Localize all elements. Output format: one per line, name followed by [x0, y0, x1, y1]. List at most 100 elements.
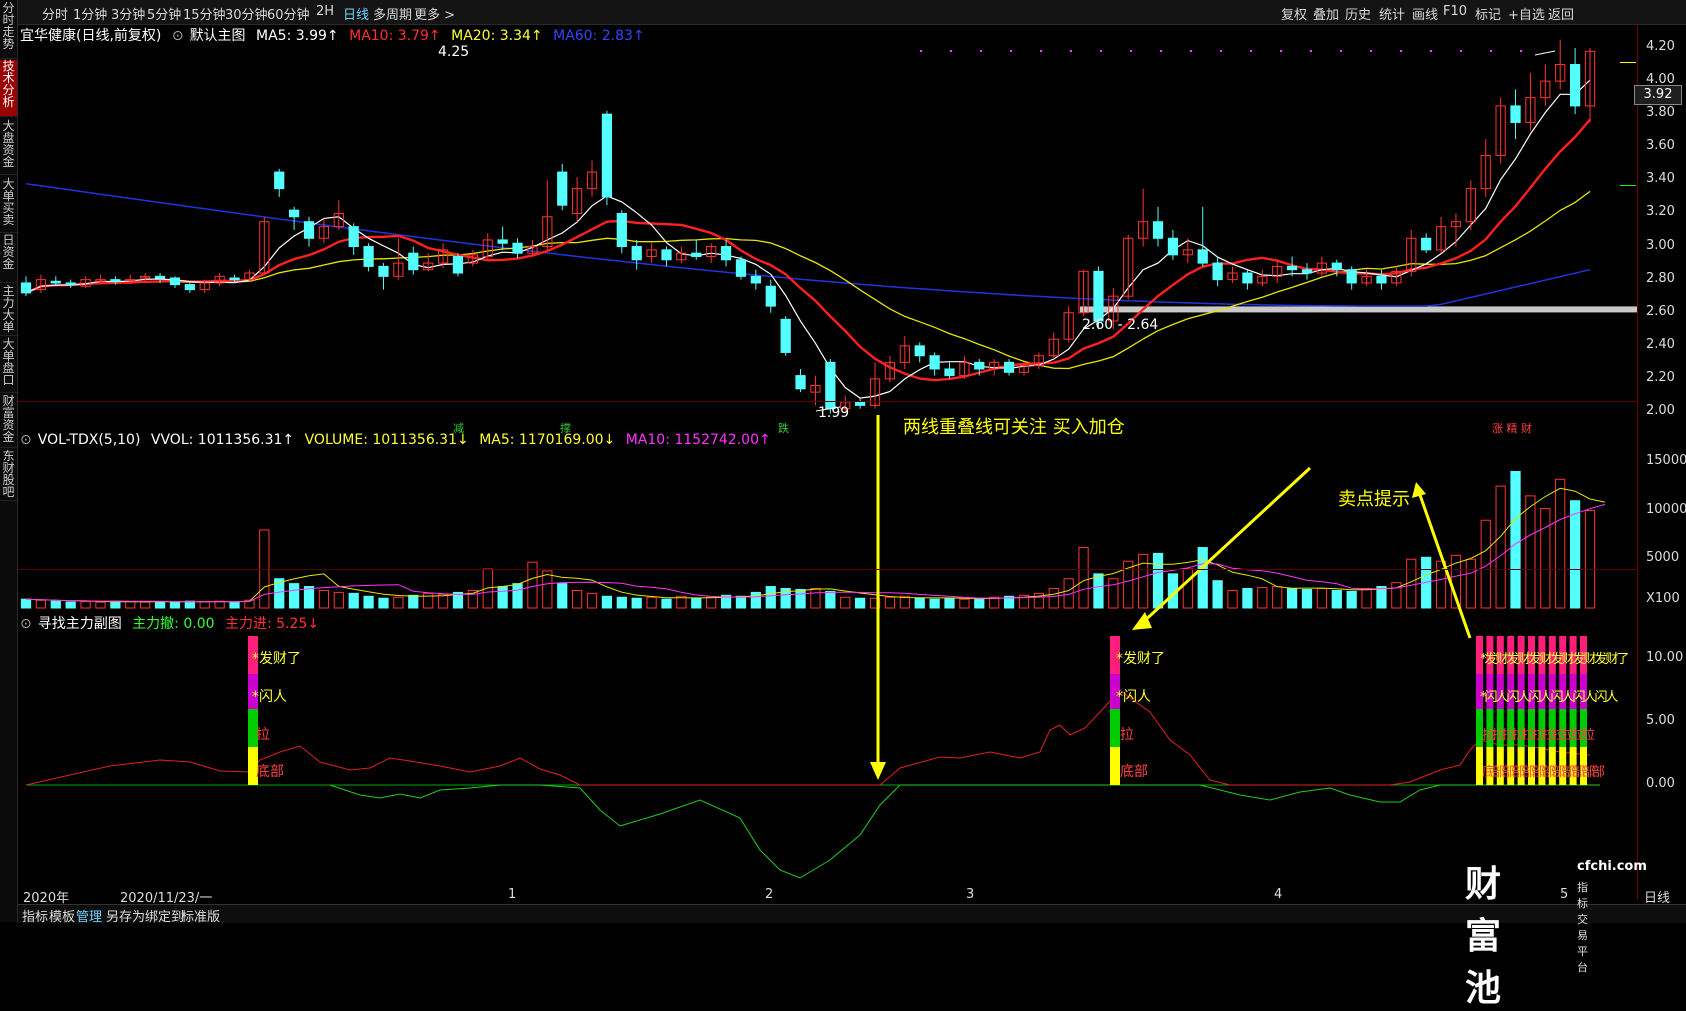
volume-bar	[840, 596, 851, 609]
top-dot-marker	[980, 50, 982, 52]
volume-bar	[199, 601, 210, 609]
vol-tick-0: 15000	[1646, 452, 1686, 468]
template-icon[interactable]: ⊙	[172, 28, 184, 44]
stock-name[interactable]: 宜华健康(日线,前复权)	[20, 28, 161, 44]
volume-bar	[288, 583, 300, 609]
volume-bar	[899, 595, 910, 609]
event-tag-fall[interactable]: 跌	[778, 420, 789, 436]
price-tick-2: 3.80	[1646, 105, 1675, 121]
candle-body	[169, 277, 181, 286]
volume-bar	[825, 590, 836, 609]
bottom-btn-3[interactable]: 另存为	[106, 906, 145, 925]
signal-pull-3: 拉拉拉拉拉拉拉拉拉拉拉	[1482, 728, 1595, 743]
price-tick-6: 3.00	[1646, 237, 1675, 253]
current-price-badge: 3.92	[1634, 85, 1682, 105]
vol-tick-3: X100	[1646, 591, 1680, 606]
volume-bar	[378, 597, 389, 609]
vol-indicator-name[interactable]: VOL-TDX(5,10)	[38, 432, 141, 448]
bottom-btn-0[interactable]: 指标	[22, 906, 48, 925]
volume-bar	[1301, 588, 1313, 609]
price-tick-8: 2.60	[1646, 303, 1675, 319]
volume-bar	[1108, 578, 1119, 609]
event-tag-support[interactable]: 撑	[560, 420, 571, 436]
volume-bar	[1540, 508, 1551, 609]
volume-bar	[1227, 589, 1238, 609]
volume-bar	[929, 598, 940, 609]
arrow-sell-line	[1138, 466, 1312, 627]
volume-bar	[437, 593, 449, 609]
volume-bar	[1346, 590, 1357, 609]
candle-body	[1569, 64, 1581, 107]
volume-bar	[765, 586, 776, 609]
axis-marker-green	[1620, 185, 1636, 186]
volume-bar	[169, 601, 181, 609]
candle-body	[1093, 270, 1104, 322]
candle-body	[497, 239, 508, 244]
volume-bar	[914, 597, 925, 609]
x-tick-5: 4	[1274, 887, 1283, 902]
volume-bar	[95, 601, 106, 609]
two-lines-annotation: 两线重叠线可关注 买入加仓	[903, 417, 1125, 438]
signal-rich-1: *发财了	[252, 651, 301, 667]
bottom-btn-1[interactable]: 模板	[49, 906, 75, 925]
axis-marker-ma20	[1620, 62, 1636, 63]
candle-body	[512, 242, 523, 254]
bottom-btn-5[interactable]: 标准版	[181, 906, 220, 925]
template-label[interactable]: 默认主图	[190, 28, 246, 44]
ma10-value: MA10: 3.79↑	[349, 28, 441, 44]
vol-tick-2: 5000	[1646, 550, 1680, 566]
volume-bar	[393, 596, 404, 609]
volume-bar	[1138, 553, 1149, 609]
volume-value: VOLUME: 1011356.31↓	[304, 432, 469, 448]
sub-indicator-legend: ⊙ 寻找主力副图 主力撤: 0.00 主力进: 5.25↓	[20, 613, 325, 633]
sub-indicator-icon[interactable]: ⊙	[20, 616, 32, 632]
signal-col-2-seg	[1110, 709, 1120, 747]
vol-indicator-icon[interactable]: ⊙	[20, 432, 32, 448]
x-tick-6: 5	[1560, 887, 1569, 902]
event-tag-reduce[interactable]: 减	[453, 420, 464, 436]
candle-body	[65, 282, 76, 286]
volume-bar	[750, 591, 761, 609]
price-range-label: 2.60 - 2.64	[1082, 317, 1159, 333]
candle-body	[1346, 269, 1357, 284]
candle-body	[50, 280, 61, 284]
volume-bar	[1331, 589, 1342, 609]
candle-body	[1376, 275, 1387, 284]
top-dot-marker	[1190, 50, 1192, 52]
volume-bar	[1584, 510, 1596, 609]
volume-bar	[586, 592, 598, 609]
price-tick-4: 3.40	[1646, 171, 1675, 187]
signal-bottom-1: 底部	[256, 764, 284, 780]
candle-body	[1286, 265, 1298, 271]
volume-bar	[974, 597, 985, 609]
vol-ma10-value: MA10: 1152742.00↑	[625, 432, 771, 448]
chart-canvas[interactable]	[0, 0, 1686, 922]
top-dot-marker	[1220, 50, 1222, 52]
volume-bar	[1182, 568, 1193, 609]
volume-bar	[572, 589, 583, 609]
top-dot-marker	[1310, 50, 1312, 52]
ma60-value: MA60: 2.83↑	[553, 28, 645, 44]
volume-bar	[795, 588, 806, 609]
main-enter-value: 主力进: 5.25↓	[224, 616, 320, 632]
event-tag-rise[interactable]: 涨 精 财	[1492, 420, 1532, 436]
top-dot-marker	[1010, 50, 1012, 52]
sub-indicator-name[interactable]: 寻找主力副图	[38, 616, 122, 632]
x-tick-3: 2	[765, 887, 774, 902]
volume-bar	[884, 596, 896, 609]
signal-pull-2: 拉	[1120, 727, 1134, 743]
volume-bar	[1286, 588, 1298, 609]
candle-body	[288, 209, 300, 218]
ma5-value: MA5: 3.99↑	[256, 28, 339, 44]
volume-bar	[482, 568, 493, 609]
volume-bar	[646, 596, 657, 609]
watermark-tagline: 指标交易平台	[1577, 881, 1588, 974]
signal-bottom-2: 底部	[1120, 764, 1148, 780]
candle-body	[110, 279, 121, 282]
main-withdraw-value: 主力撤: 0.00	[132, 616, 215, 632]
bottom-btn-4[interactable]: 绑定到	[145, 906, 184, 925]
volume-bar	[1078, 547, 1089, 609]
bottom-btn-2[interactable]: 管理	[76, 906, 102, 925]
vol-ma5-value: MA5: 1170169.00↓	[479, 432, 616, 448]
volume-bar	[1316, 588, 1328, 609]
